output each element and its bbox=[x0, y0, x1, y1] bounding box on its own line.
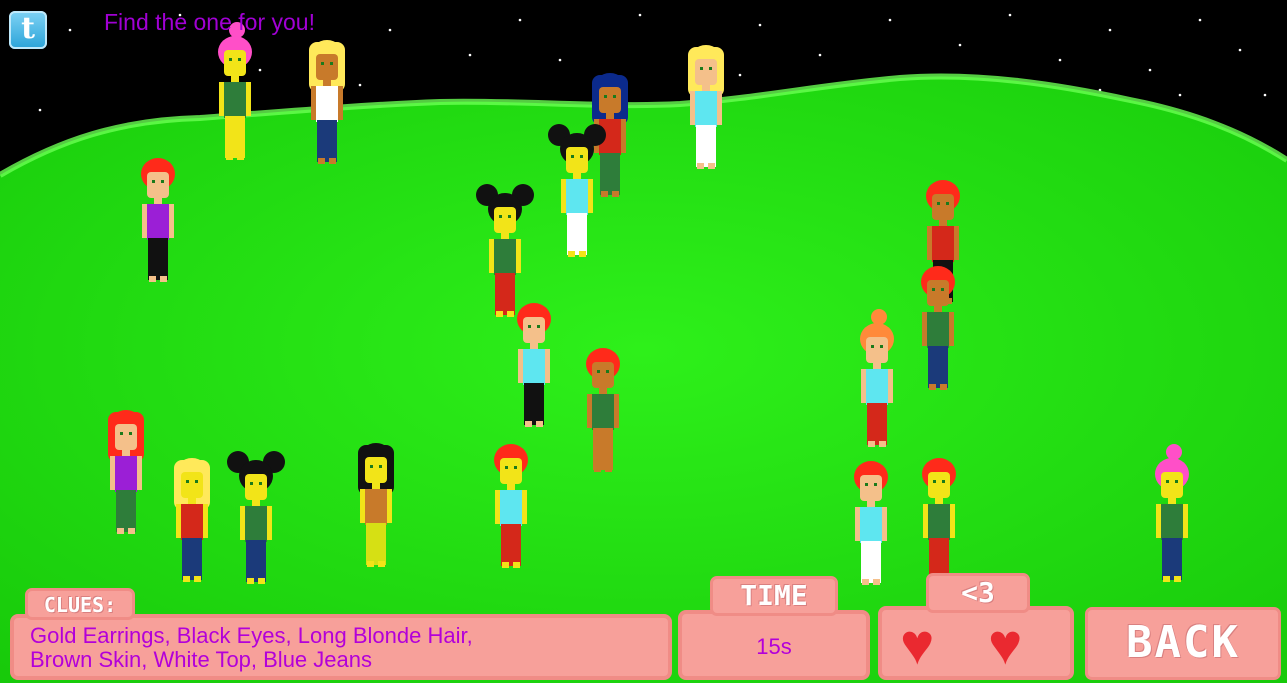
star bbox=[68, 28, 72, 32]
star bbox=[518, 18, 522, 22]
twitter-share-button[interactable]: t bbox=[9, 11, 47, 49]
game-scene bbox=[0, 0, 1287, 683]
star bbox=[738, 73, 742, 77]
star bbox=[758, 23, 762, 27]
star bbox=[468, 53, 472, 57]
star bbox=[258, 68, 262, 72]
lives-label: <3 bbox=[926, 573, 1030, 613]
star bbox=[1238, 48, 1242, 52]
star bbox=[638, 13, 642, 17]
clues-label: CLUES: bbox=[25, 588, 135, 620]
heart-icon: ♥ bbox=[900, 612, 935, 677]
star bbox=[38, 108, 42, 112]
time-value: 15s bbox=[756, 634, 792, 659]
tagline: Find the one for you! bbox=[104, 9, 315, 35]
star bbox=[358, 83, 362, 87]
star bbox=[1263, 93, 1267, 97]
star bbox=[388, 28, 392, 32]
star bbox=[1008, 13, 1012, 17]
star bbox=[1178, 93, 1182, 97]
star bbox=[818, 53, 822, 57]
star bbox=[1108, 28, 1112, 32]
star bbox=[888, 18, 892, 22]
star bbox=[1058, 58, 1062, 62]
star bbox=[1148, 68, 1152, 72]
star bbox=[558, 58, 562, 62]
grass-hill bbox=[0, 76, 1287, 683]
time-label: TIME bbox=[710, 576, 838, 616]
heart-icon: ♥ bbox=[988, 612, 1023, 677]
star bbox=[1198, 18, 1202, 22]
star bbox=[958, 43, 962, 47]
twitter-bird-icon: t bbox=[21, 11, 35, 46]
clues-text: Gold Earrings, Black Eyes, Long Blonde H… bbox=[30, 623, 473, 672]
back-button[interactable]: BACK bbox=[1085, 607, 1281, 680]
